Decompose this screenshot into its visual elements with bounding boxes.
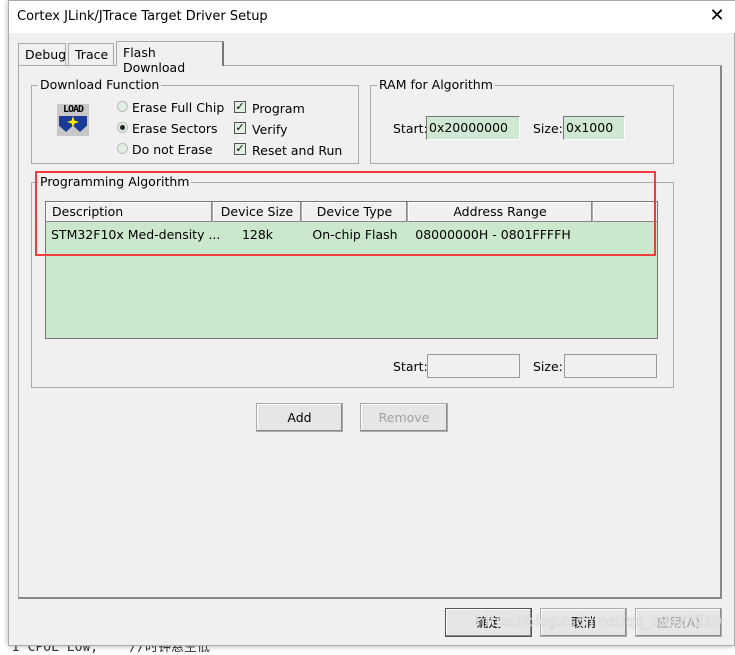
tab-debug[interactable]: Debug [18, 43, 66, 65]
algo-start-label: Start: [393, 359, 428, 374]
title-bar: Cortex JLink/JTrace Target Driver Setup … [9, 1, 735, 33]
tab-panel: Download Function LOAD Erase Full Chip E… [18, 65, 722, 599]
tab-trace[interactable]: Trace [68, 43, 114, 65]
setup-dialog: Cortex JLink/JTrace Target Driver Setup … [8, 0, 735, 646]
radio-do-not-erase[interactable]: Do not Erase [117, 142, 213, 157]
radio-erase-sectors[interactable]: Erase Sectors [117, 121, 218, 136]
load-icon: LOAD [57, 104, 89, 136]
close-icon[interactable]: ✕ [705, 5, 729, 29]
algo-start-input[interactable] [427, 354, 520, 378]
remove-button[interactable]: Remove [360, 403, 448, 432]
ram-size-input[interactable]: 0x1000 [563, 116, 625, 140]
download-function-group: Download Function LOAD Erase Full Chip E… [31, 77, 359, 164]
group-legend: Download Function [38, 77, 162, 92]
ram-group: RAM for Algorithm Start: 0x20000000 Size… [370, 77, 674, 164]
group-legend: RAM for Algorithm [377, 77, 495, 92]
highlight-box [35, 171, 656, 256]
tab-flash-download[interactable]: Flash Download [116, 41, 224, 75]
checkbox-verify[interactable]: ✓ Verify [234, 122, 287, 137]
radio-erase-full-chip[interactable]: Erase Full Chip [117, 100, 224, 115]
window-title: Cortex JLink/JTrace Target Driver Setup [17, 9, 268, 24]
checkbox-reset-and-run[interactable]: ✓ Reset and Run [234, 143, 342, 158]
ram-size-label: Size: [533, 121, 563, 136]
ram-start-input[interactable]: 0x20000000 [426, 116, 520, 140]
checkbox-program[interactable]: ✓ Program [234, 101, 305, 116]
add-button[interactable]: Add [256, 403, 343, 432]
algo-size-input[interactable] [564, 354, 657, 378]
ram-start-label: Start: [393, 121, 428, 136]
watermark: https://blog.csdn.net/qq_39927210 [476, 614, 722, 630]
algo-size-label: Size: [533, 359, 563, 374]
